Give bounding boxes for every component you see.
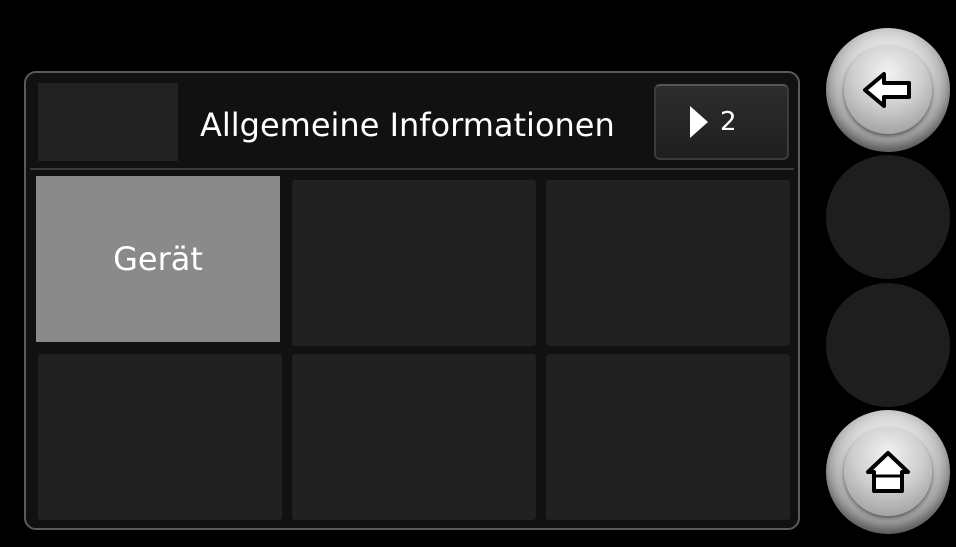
header-placeholder-box bbox=[38, 83, 178, 161]
back-button[interactable] bbox=[826, 28, 950, 152]
tile-label: Gerät bbox=[113, 240, 203, 278]
page-title: Allgemeine Informationen bbox=[200, 106, 615, 144]
arrow-left-icon bbox=[863, 72, 911, 108]
tile-empty-2 bbox=[292, 180, 536, 346]
home-icon bbox=[866, 451, 910, 493]
back-button-face bbox=[844, 46, 932, 134]
tile-empty-5 bbox=[292, 354, 536, 520]
tile-empty-6 bbox=[546, 354, 790, 520]
header-divider bbox=[30, 168, 794, 170]
screen: Allgemeine Informationen 2 Gerät bbox=[0, 0, 956, 547]
tile-empty-3 bbox=[546, 180, 790, 346]
page-number: 2 bbox=[720, 107, 737, 137]
tile-geraet[interactable]: Gerät bbox=[36, 176, 280, 342]
next-page-button[interactable]: 2 bbox=[654, 84, 789, 160]
side-button-empty-2 bbox=[826, 283, 950, 407]
side-button-empty-1 bbox=[826, 155, 950, 279]
home-button[interactable] bbox=[826, 410, 950, 534]
chevron-right-icon bbox=[690, 106, 708, 138]
tile-empty-4 bbox=[38, 354, 282, 520]
home-button-face bbox=[844, 428, 932, 516]
